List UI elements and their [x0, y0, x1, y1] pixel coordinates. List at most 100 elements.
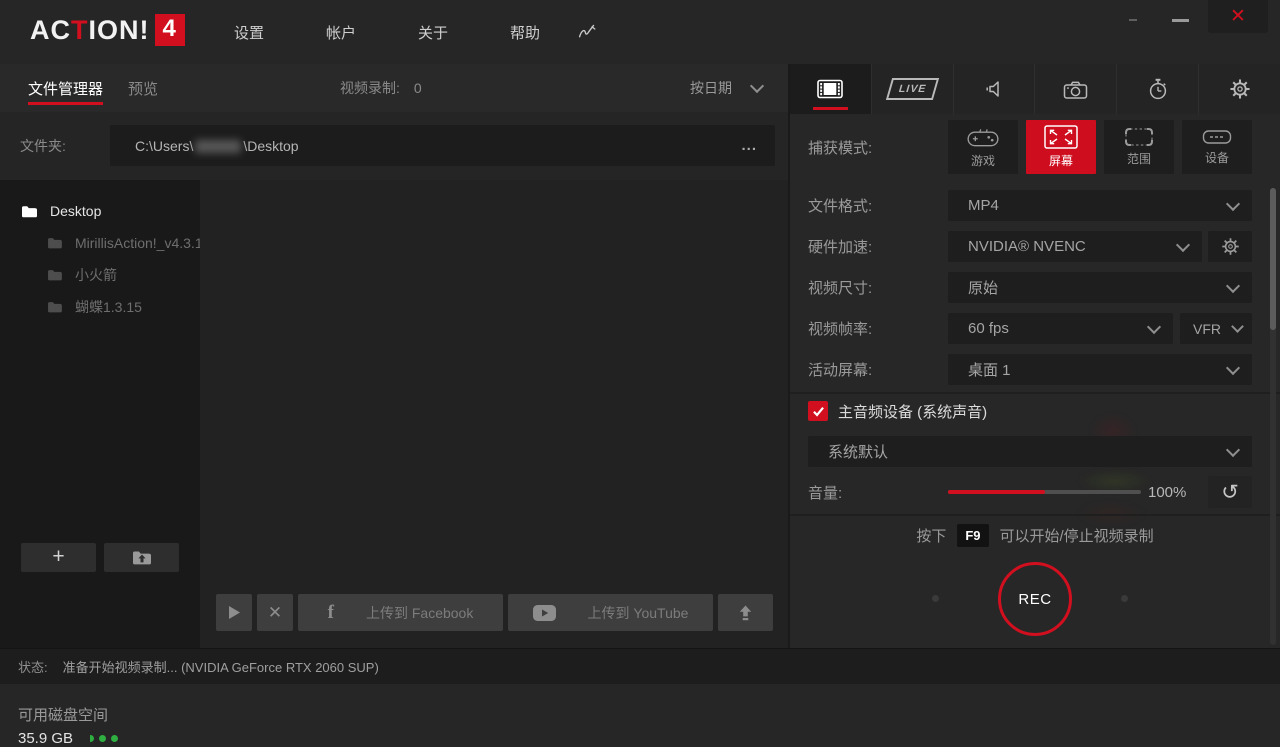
- browse-button[interactable]: ...: [741, 137, 757, 154]
- folder-icon: [47, 237, 62, 249]
- tree-item-label: 小火箭: [75, 265, 117, 285]
- menu-help[interactable]: 帮助: [509, 22, 541, 43]
- folder-path-input[interactable]: C:\Users\\Desktop ...: [110, 125, 775, 166]
- capture-mode-device[interactable]: 设备: [1182, 120, 1252, 174]
- capture-mode-label-text: 设备: [1205, 149, 1229, 166]
- volume-label: 音量:: [808, 476, 842, 508]
- folder-path-row: 文件夹: C:\Users\\Desktop ...: [0, 112, 788, 180]
- stopwatch-icon: [1147, 78, 1169, 100]
- tab-live-streaming[interactable]: LIVE: [871, 64, 953, 114]
- tab-label: 文件管理器: [28, 78, 103, 99]
- framerate-mode-value: VFR: [1193, 321, 1221, 337]
- hardware-accel-select[interactable]: NVIDIA® NVENC: [948, 231, 1202, 262]
- disk-space-value: 35.9 GB: [18, 730, 73, 747]
- region-select-icon: [1124, 127, 1154, 147]
- tab-preview[interactable]: 预览: [128, 64, 158, 112]
- upload-button[interactable]: [718, 594, 773, 631]
- folder-icon: [47, 269, 62, 281]
- main-menu: 设置 帐户 关于 帮助: [233, 0, 541, 64]
- pin-indicator: [1129, 19, 1137, 21]
- tab-settings[interactable]: [1198, 64, 1280, 114]
- app-logo: ACTION!4: [30, 14, 185, 46]
- gear-icon: [1221, 237, 1240, 256]
- chevron-down-icon: [1226, 278, 1240, 292]
- chevron-down-icon: [750, 79, 764, 93]
- capture-mode-game[interactable]: 游戏: [948, 120, 1018, 174]
- tree-item[interactable]: 蝴蝶1.3.15: [0, 291, 200, 323]
- disk-space: 可用磁盘空间 35.9 GB: [18, 704, 118, 747]
- screen-expand-icon: [1044, 125, 1078, 149]
- recordings-counter: 视频录制: 0: [340, 64, 422, 112]
- tab-video-recording[interactable]: [790, 64, 871, 114]
- framerate-select[interactable]: 60 fps: [948, 313, 1173, 344]
- close-button[interactable]: ✕: [1208, 0, 1268, 33]
- menu-settings[interactable]: 设置: [233, 22, 265, 43]
- upload-facebook-button[interactable]: f 上传到 Facebook: [298, 594, 503, 631]
- file-manager-header: 文件管理器 预览 视频录制: 0 按日期: [0, 64, 788, 112]
- volume-value: 100%: [1148, 476, 1198, 508]
- divider: [790, 392, 1280, 394]
- file-actions-toolbar: ✕ f 上传到 Facebook 上传到 YouTube: [216, 594, 773, 631]
- play-button[interactable]: [216, 594, 252, 631]
- tab-audio-recording[interactable]: [953, 64, 1035, 114]
- panel-scrollbar[interactable]: [1270, 188, 1276, 645]
- minimize-button[interactable]: [1172, 19, 1189, 22]
- capture-mode-label-text: 屏幕: [1049, 152, 1073, 169]
- tree-item-desktop[interactable]: Desktop: [0, 195, 200, 227]
- audio-device-select[interactable]: 系统默认: [808, 436, 1252, 467]
- chevron-down-icon: [1231, 320, 1244, 333]
- logo-text: ION!: [89, 15, 150, 46]
- censored-username: [195, 140, 241, 153]
- hardware-accel-value: NVIDIA® NVENC: [968, 238, 1086, 255]
- divider: [790, 514, 1280, 516]
- upload-youtube-button[interactable]: 上传到 YouTube: [508, 594, 713, 631]
- add-folder-button[interactable]: +: [21, 543, 96, 572]
- capture-device-icon: [1202, 128, 1232, 146]
- folder-export-icon: [132, 550, 152, 566]
- hardware-accel-label: 硬件加速:: [808, 231, 872, 262]
- sort-by-dropdown[interactable]: 按日期: [690, 64, 762, 112]
- file-format-select[interactable]: MP4: [948, 190, 1252, 221]
- chevron-down-icon: [1226, 196, 1240, 210]
- file-list-area[interactable]: ✕ f 上传到 Facebook 上传到 YouTube: [200, 180, 788, 648]
- capture-mode-screen[interactable]: 屏幕: [1026, 120, 1096, 174]
- active-screen-select[interactable]: 桌面 1: [948, 354, 1252, 385]
- plus-icon: +: [52, 546, 64, 567]
- capture-mode-label: 捕获模式:: [808, 120, 872, 174]
- video-size-select[interactable]: 原始: [948, 272, 1252, 303]
- sort-by-value: 按日期: [690, 78, 732, 98]
- menu-about[interactable]: 关于: [417, 22, 449, 43]
- tree-item-label: 蝴蝶1.3.15: [75, 297, 142, 317]
- facebook-icon: f: [328, 602, 334, 624]
- file-format-value: MP4: [968, 197, 999, 214]
- tree-item[interactable]: MirillisAction!_v4.3.1...: [0, 227, 200, 259]
- volume-reset-button[interactable]: ↺: [1208, 476, 1252, 508]
- tab-screenshots[interactable]: [1034, 64, 1116, 114]
- logo-text-accent: T: [71, 15, 89, 46]
- primary-audio-checkbox[interactable]: [808, 401, 828, 421]
- menu-account[interactable]: 帐户: [325, 22, 357, 43]
- hardware-accel-settings-button[interactable]: [1208, 231, 1252, 262]
- hotkey-key: F9: [957, 524, 988, 547]
- disk-space-label: 可用磁盘空间: [18, 704, 118, 725]
- export-folder-button[interactable]: [104, 543, 179, 572]
- upload-facebook-label: 上传到 Facebook: [366, 603, 473, 623]
- camera-icon: [1063, 79, 1088, 100]
- tree-item[interactable]: 小火箭: [0, 259, 200, 291]
- tab-file-manager[interactable]: 文件管理器: [28, 64, 103, 112]
- recordings-count: 0: [414, 80, 422, 96]
- record-button[interactable]: REC: [998, 562, 1072, 636]
- chevron-down-icon: [1147, 319, 1161, 333]
- volume-slider-fill: [948, 490, 1045, 494]
- recording-settings-panel: LIVE 捕获模式: 游戏: [790, 64, 1280, 648]
- delete-button[interactable]: ✕: [257, 594, 293, 631]
- x-icon: ✕: [268, 603, 282, 623]
- volume-slider[interactable]: [948, 490, 1141, 494]
- file-manager-panel: 文件管理器 预览 视频录制: 0 按日期 文件夹: C:\Users\\Desk…: [0, 64, 790, 648]
- framerate-mode-select[interactable]: VFR: [1180, 313, 1252, 344]
- scrollbar-thumb[interactable]: [1270, 188, 1276, 330]
- tab-benchmark-timer[interactable]: [1116, 64, 1198, 114]
- chevron-down-icon: [1226, 442, 1240, 456]
- pen-icon[interactable]: [578, 23, 599, 40]
- capture-mode-region[interactable]: 范围: [1104, 120, 1174, 174]
